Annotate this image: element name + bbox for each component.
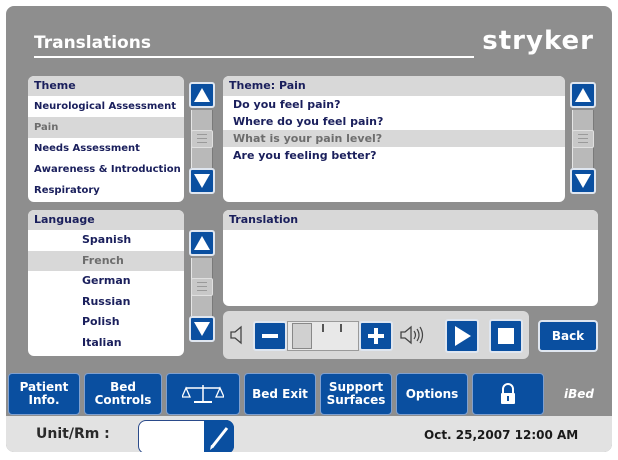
theme-list-item[interactable]: Neurological Assessment bbox=[28, 96, 184, 117]
speaker-low-icon bbox=[230, 325, 242, 345]
language-scroll-up-button[interactable] bbox=[189, 230, 215, 256]
translation-heading: Translation bbox=[223, 210, 598, 230]
language-list: Spanish French German Russian Polish Italian bbox=[28, 230, 184, 353]
question-scroll-up-button[interactable] bbox=[570, 82, 596, 108]
language-list-item[interactable]: French bbox=[28, 250, 184, 271]
language-panel: Language Spanish French German Russian Polis… bbox=[28, 210, 184, 356]
volume-tick bbox=[322, 324, 324, 332]
arrow-down-icon bbox=[194, 322, 210, 336]
question-list-item[interactable]: Where do you feel pain? bbox=[223, 113, 565, 130]
page-title: Translations bbox=[34, 33, 151, 53]
volume-slider-thumb[interactable] bbox=[292, 323, 312, 349]
theme-list: Neurological Assessment Pain Needs Assessm… bbox=[28, 96, 184, 201]
unit-room-label: Unit/Rm : bbox=[36, 426, 110, 442]
question-heading: Theme: Pain bbox=[223, 76, 565, 96]
tab-options[interactable]: Options bbox=[396, 373, 468, 415]
status-bar: Unit/Rm : Oct. 25,2007 12:00 AM bbox=[6, 416, 612, 452]
language-heading: Language bbox=[28, 210, 184, 230]
title-bar: Translations stryker bbox=[34, 26, 594, 60]
arrow-down-icon bbox=[575, 174, 591, 188]
theme-list-item[interactable]: Needs Assessment bbox=[28, 138, 184, 159]
volume-slider-track[interactable] bbox=[287, 321, 359, 351]
language-list-item[interactable]: German bbox=[28, 271, 184, 292]
question-list: Do you feel pain? Where do you feel pain?… bbox=[223, 96, 565, 164]
arrow-up-icon bbox=[194, 236, 210, 250]
lock-icon bbox=[501, 383, 515, 404]
language-list-item[interactable]: Spanish bbox=[28, 230, 184, 251]
scale-icon bbox=[182, 385, 224, 403]
bottom-tab-bar: Patient Info. Bed Controls Bed Exit Supp… bbox=[6, 369, 612, 419]
translation-text bbox=[223, 230, 598, 242]
question-list-item[interactable]: Are you feeling better? bbox=[223, 147, 565, 164]
tab-bed-controls[interactable]: Bed Controls bbox=[84, 373, 162, 415]
theme-heading: Theme bbox=[28, 76, 184, 96]
theme-list-item[interactable]: Awareness & Introduction bbox=[28, 159, 184, 180]
stryker-logo: stryker bbox=[482, 26, 594, 56]
volume-tick bbox=[340, 324, 342, 332]
language-scrollbar[interactable] bbox=[189, 210, 215, 356]
question-scroll-down-button[interactable] bbox=[570, 168, 596, 194]
app-frame: Translations stryker Theme Neurological … bbox=[6, 6, 612, 452]
title-underline bbox=[34, 56, 474, 58]
arrow-up-icon bbox=[575, 88, 591, 102]
stop-icon bbox=[498, 328, 514, 344]
question-panel: Theme: Pain Do you feel pain? Where do yo… bbox=[223, 76, 565, 202]
theme-scroll-down-button[interactable] bbox=[189, 168, 215, 194]
theme-scrollbar[interactable] bbox=[189, 76, 215, 202]
arrow-down-icon bbox=[194, 174, 210, 188]
tab-scale[interactable] bbox=[166, 373, 240, 415]
edit-unit-button[interactable] bbox=[204, 420, 234, 452]
tab-patient-info[interactable]: Patient Info. bbox=[8, 373, 80, 415]
question-scrollbar[interactable] bbox=[570, 76, 596, 202]
tab-support-surfaces[interactable]: Support Surfaces bbox=[320, 373, 392, 415]
theme-panel: Theme Neurological Assessment Pain Needs A… bbox=[28, 76, 184, 202]
audio-control-bar bbox=[223, 311, 529, 359]
translation-panel: Translation bbox=[223, 210, 598, 306]
language-scroll-thumb[interactable] bbox=[191, 278, 213, 296]
theme-scroll-thumb[interactable] bbox=[191, 130, 213, 148]
plus-icon bbox=[368, 328, 384, 344]
language-scroll-down-button[interactable] bbox=[189, 316, 215, 342]
question-list-item[interactable]: What is your pain level? bbox=[223, 130, 565, 147]
language-list-item[interactable]: Italian bbox=[28, 333, 184, 354]
minus-icon bbox=[262, 334, 278, 338]
tab-lock[interactable] bbox=[472, 373, 544, 415]
theme-list-item[interactable]: Pain bbox=[28, 117, 184, 138]
pencil-icon bbox=[210, 427, 229, 450]
tab-ibed[interactable]: iBed bbox=[548, 373, 610, 415]
back-button[interactable]: Back bbox=[538, 320, 598, 352]
volume-down-button[interactable] bbox=[253, 321, 287, 351]
speaker-high-icon bbox=[400, 325, 424, 345]
tab-bed-exit[interactable]: Bed Exit bbox=[244, 373, 316, 415]
stop-button[interactable] bbox=[489, 319, 523, 353]
date-time: Oct. 25,2007 12:00 AM bbox=[424, 428, 579, 442]
question-list-item[interactable]: Do you feel pain? bbox=[223, 96, 565, 113]
question-scroll-thumb[interactable] bbox=[572, 130, 594, 148]
language-list-item[interactable]: Russian bbox=[28, 292, 184, 313]
arrow-up-icon bbox=[194, 88, 210, 102]
play-button[interactable] bbox=[445, 319, 479, 353]
language-list-item[interactable]: Polish bbox=[28, 312, 184, 333]
volume-up-button[interactable] bbox=[359, 321, 393, 351]
theme-list-item[interactable]: Respiratory bbox=[28, 180, 184, 201]
theme-scroll-up-button[interactable] bbox=[189, 82, 215, 108]
play-icon bbox=[455, 326, 471, 346]
